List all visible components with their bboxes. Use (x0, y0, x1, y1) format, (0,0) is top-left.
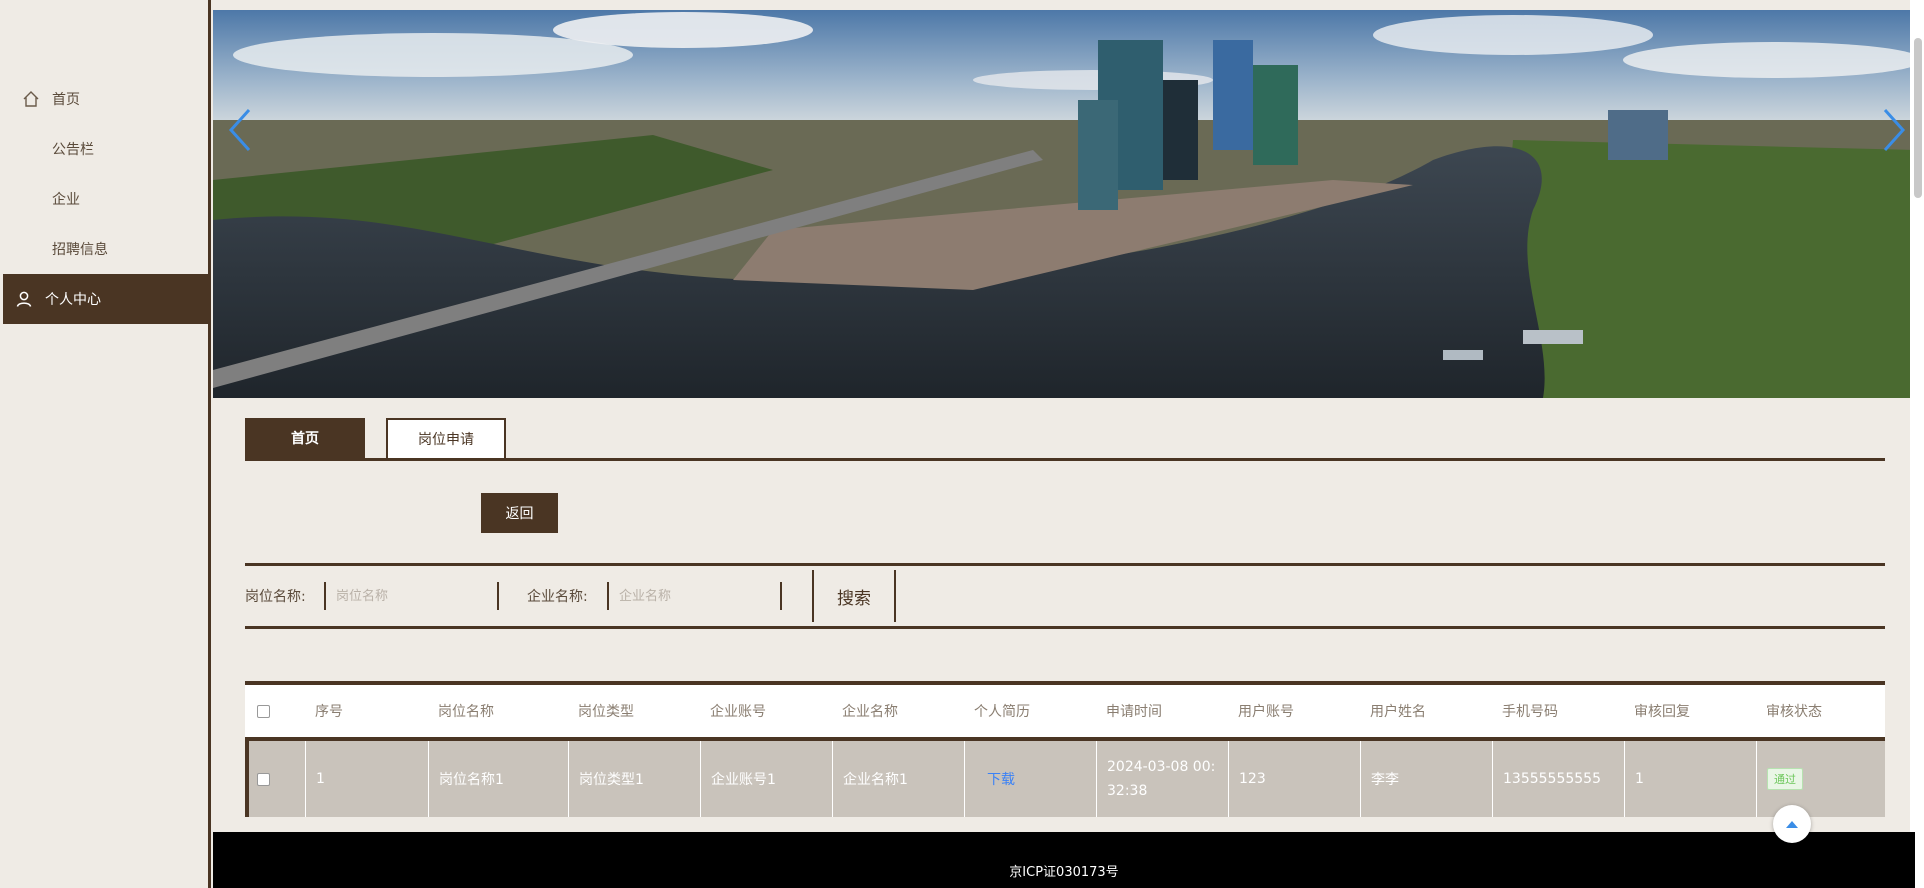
column-header: 申请时间 (1106, 704, 1162, 720)
cell-phone: 13555555555 (1492, 741, 1624, 817)
search-bottom-divider (245, 626, 1885, 629)
row-checkbox[interactable] (257, 772, 270, 786)
table-header: 序号 岗位名称 岗位类型 企业账号 企业名称 个人简历 申请时间 用户账号 用户… (245, 685, 1885, 741)
banner-image (213, 10, 1915, 398)
scrollbar[interactable] (1910, 0, 1924, 888)
position-name-input[interactable] (324, 582, 499, 610)
search-button[interactable]: 搜索 (812, 570, 896, 622)
column-header: 用户账号 (1238, 704, 1294, 720)
cell-user-name: 李李 (1360, 741, 1492, 817)
sidebar-item-recruitment[interactable]: 招聘信息 (0, 224, 208, 274)
column-header: 序号 (315, 704, 343, 720)
search-bar: 岗位名称: 企业名称: 搜索 (245, 570, 1885, 622)
sidebar: 首页 公告栏 企业 招聘信息 个人中心 (0, 0, 211, 888)
chevron-right-icon (1883, 108, 1906, 152)
sidebar-item-label: 招聘信息 (52, 242, 108, 258)
company-name-label: 企业名称: (527, 589, 588, 605)
column-header: 用户姓名 (1370, 704, 1426, 720)
sidebar-item-label: 个人中心 (45, 292, 101, 308)
user-icon (13, 288, 35, 310)
chevron-left-icon (228, 108, 251, 152)
home-icon (20, 88, 42, 110)
column-header: 手机号码 (1502, 704, 1558, 720)
footer: 京ICP证030173号 (213, 832, 1915, 888)
banner-carousel[interactable] (213, 10, 1915, 398)
cell-apply-time: 2024-03-08 00:32:38 (1096, 741, 1228, 817)
scrollbar-thumb[interactable] (1914, 38, 1922, 198)
company-name-input[interactable] (607, 582, 782, 610)
sidebar-item-notice[interactable]: 公告栏 (0, 124, 208, 174)
cell-user-account: 123 (1228, 741, 1360, 817)
resume-download-link[interactable]: 下载 (987, 769, 1015, 789)
sidebar-item-label: 企业 (52, 192, 80, 208)
cell-position-type: 岗位类型1 (568, 741, 700, 817)
column-header: 企业账号 (710, 704, 766, 720)
cell-index: 1 (305, 741, 428, 817)
cell-company-account: 企业账号1 (700, 741, 832, 817)
search-top-divider (245, 563, 1885, 566)
carousel-prev-button[interactable] (221, 100, 261, 160)
sidebar-item-home[interactable]: 首页 (0, 74, 208, 124)
sidebar-item-label: 公告栏 (52, 142, 94, 158)
cell-review-reply: 1 (1624, 741, 1756, 817)
column-header: 审核状态 (1766, 704, 1822, 720)
sidebar-item-label: 首页 (52, 92, 80, 108)
applications-table: 序号 岗位名称 岗位类型 企业账号 企业名称 个人简历 申请时间 用户账号 用户… (245, 681, 1885, 817)
tab-home[interactable]: 首页 (245, 418, 365, 458)
caret-up-icon (1786, 821, 1798, 828)
column-header: 岗位名称 (438, 704, 494, 720)
back-to-top-button[interactable] (1773, 805, 1811, 843)
column-header: 岗位类型 (578, 704, 634, 720)
column-header: 个人简历 (974, 704, 1030, 720)
cell-company-name: 企业名称1 (832, 741, 964, 817)
table-row[interactable]: 1 岗位名称1 岗位类型1 企业账号1 企业名称1 下载 2024-03-08 … (245, 741, 1885, 817)
tab-job-application[interactable]: 岗位申请 (386, 418, 506, 460)
icp-license-text: 京ICP证030173号 (1009, 865, 1119, 880)
sidebar-item-company[interactable]: 企业 (0, 174, 208, 224)
select-all-checkbox[interactable] (257, 704, 270, 718)
tab-divider (245, 458, 1885, 461)
position-name-label: 岗位名称: (245, 589, 306, 605)
column-header: 审核回复 (1634, 704, 1690, 720)
sidebar-item-personal-center[interactable]: 个人中心 (3, 274, 208, 324)
back-button[interactable]: 返回 (481, 493, 558, 533)
column-header: 企业名称 (842, 704, 898, 720)
cell-position-name: 岗位名称1 (428, 741, 568, 817)
status-badge[interactable]: 通过 (1767, 768, 1803, 790)
carousel-next-button[interactable] (1873, 100, 1913, 160)
